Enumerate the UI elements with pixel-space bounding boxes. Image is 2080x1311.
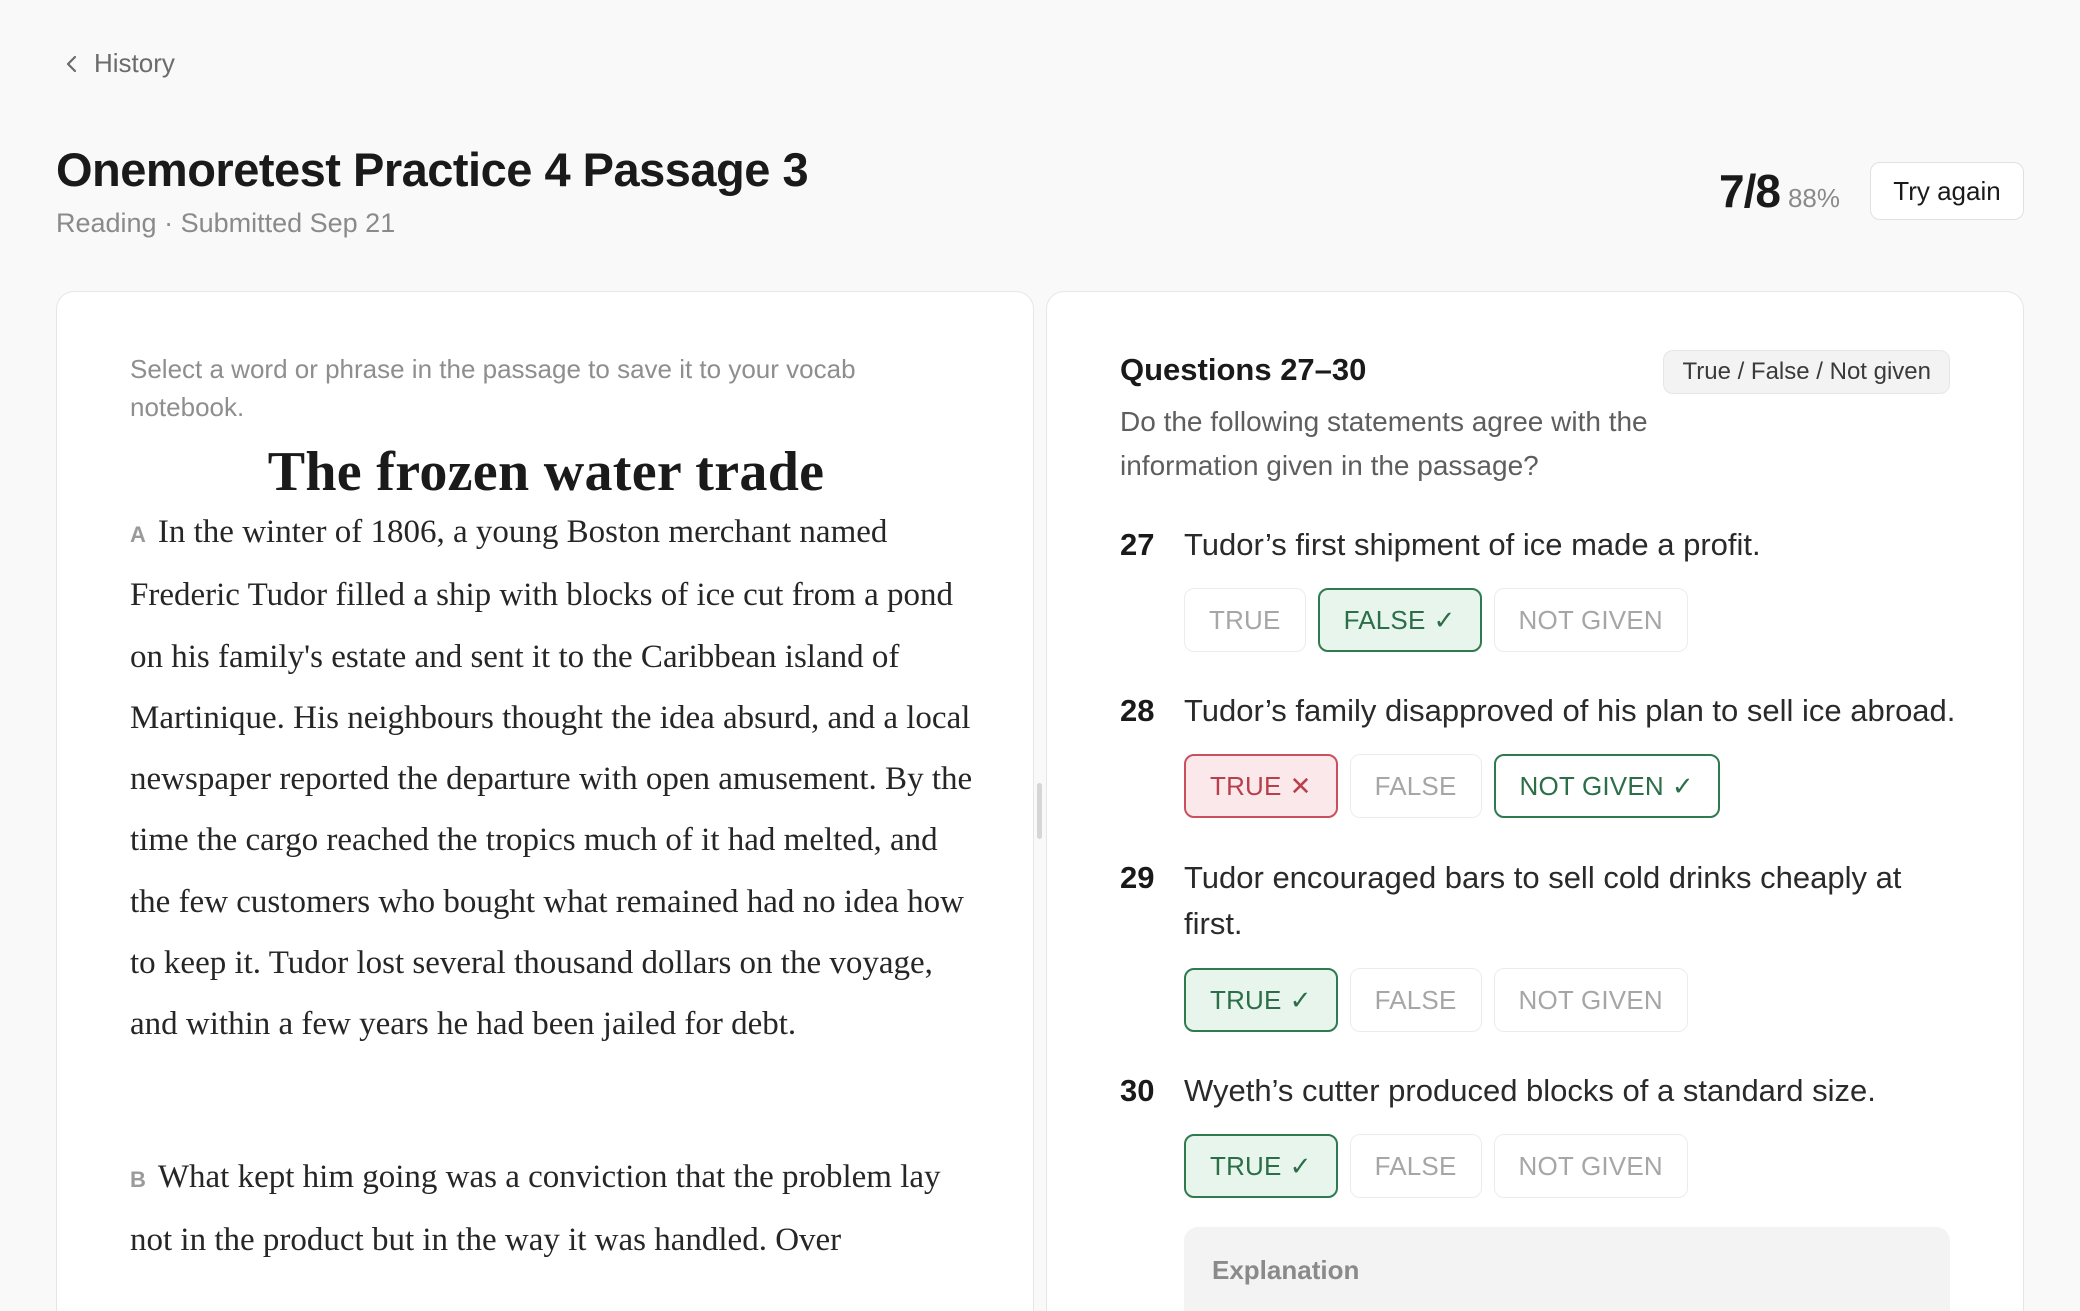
paragraph-text[interactable]: In the winter of 1806, a young Boston me… (130, 514, 972, 1042)
option-label: FALSE (1374, 1150, 1457, 1181)
option-not-given[interactable]: NOT GIVEN (1493, 1134, 1688, 1198)
option-not-given-correct-answer[interactable]: NOT GIVEN ✓ (1493, 754, 1720, 818)
passage-paragraph-b[interactable]: B What kept him going was a conviction th… (130, 1147, 980, 1272)
try-again-button[interactable]: Try again (1870, 162, 2024, 220)
option-label: NOT GIVEN (1518, 984, 1663, 1015)
panel-resize-handle[interactable] (1037, 783, 1042, 839)
question-28-options: TRUE ✕ FALSE NOT GIVEN ✓ (1184, 754, 1720, 818)
paragraph-letter: B (130, 1167, 146, 1192)
question-29-options: TRUE ✓ FALSE NOT GIVEN (1184, 968, 1688, 1032)
option-label: TRUE (1210, 770, 1282, 801)
option-true-selected-wrong[interactable]: TRUE ✕ (1184, 754, 1338, 818)
option-label: NOT GIVEN (1519, 770, 1664, 801)
vocab-hint: Select a word or phrase in the passage t… (130, 354, 856, 422)
option-false[interactable]: FALSE (1349, 1134, 1482, 1198)
question-text: Tudor’s first shipment of ice made a pro… (1184, 527, 1761, 562)
option-label: FALSE (1374, 984, 1457, 1015)
passage-paragraph-a[interactable]: A In the winter of 1806, a young Boston m… (130, 502, 980, 1056)
option-label: NOT GIVEN (1518, 604, 1663, 635)
paragraph-text[interactable]: What kept him going was a conviction tha… (130, 1159, 941, 1258)
check-icon: ✓ (1433, 604, 1456, 635)
option-label: NOT GIVEN (1518, 1150, 1663, 1181)
passage-panel: Select a word or phrase in the passage t… (56, 291, 1034, 1311)
question-30-options: TRUE ✓ FALSE NOT GIVEN (1184, 1134, 1688, 1198)
question-text: Tudor encouraged bars to sell cold drink… (1184, 860, 1902, 941)
option-not-given[interactable]: NOT GIVEN (1493, 588, 1688, 652)
cross-icon: ✕ (1289, 770, 1312, 801)
questions-header: Questions 27–30 (1120, 352, 1367, 387)
option-not-given[interactable]: NOT GIVEN (1493, 968, 1688, 1032)
option-label: FALSE (1374, 770, 1457, 801)
option-true-selected-correct[interactable]: TRUE ✓ (1184, 1134, 1338, 1198)
passage-title: The frozen water trade (267, 441, 825, 503)
question-27-options: TRUE FALSE ✓ NOT GIVEN (1184, 588, 1688, 652)
page-subtitle: Reading · Submitted Sep 21 (56, 208, 396, 238)
option-false[interactable]: FALSE (1349, 754, 1482, 818)
score-summary: 7/8 88% (1719, 164, 1840, 218)
explanation-box[interactable]: Explanation (1184, 1227, 1950, 1311)
check-icon: ✓ (1289, 1150, 1312, 1181)
question-number: 29 (1120, 860, 1155, 895)
question-number: 27 (1120, 527, 1155, 562)
option-label: TRUE (1210, 1150, 1282, 1181)
option-false[interactable]: FALSE (1349, 968, 1482, 1032)
paragraph-letter: A (130, 522, 146, 547)
option-label: TRUE (1209, 604, 1281, 635)
questions-panel: Questions 27–30 True / False / Not given… (1046, 291, 2024, 1311)
question-number: 28 (1120, 693, 1155, 728)
option-label: FALSE (1343, 604, 1426, 635)
question-text: Wyeth’s cutter produced blocks of a stan… (1184, 1073, 1876, 1108)
option-true-selected-correct[interactable]: TRUE ✓ (1184, 968, 1338, 1032)
score-value: 7/8 (1719, 165, 1781, 217)
questions-instructions: Do the following statements agree with t… (1120, 406, 1648, 481)
question-type-badge: True / False / Not given (1663, 350, 1950, 394)
question-text: Tudor’s family disapproved of his plan t… (1184, 693, 1956, 728)
score-percent: 88% (1787, 183, 1840, 213)
page-title: Onemoretest Practice 4 Passage 3 (56, 143, 809, 196)
question-number: 30 (1120, 1073, 1155, 1108)
chevron-left-icon (66, 55, 77, 72)
check-icon: ✓ (1671, 770, 1694, 801)
back-label: History (94, 48, 175, 78)
option-true[interactable]: TRUE (1184, 588, 1306, 652)
option-label: TRUE (1210, 984, 1282, 1015)
option-false-selected-correct[interactable]: FALSE ✓ (1317, 588, 1482, 652)
back-to-history-link[interactable]: History (62, 48, 175, 79)
explanation-label: Explanation (1212, 1255, 1360, 1285)
check-icon: ✓ (1289, 984, 1312, 1015)
